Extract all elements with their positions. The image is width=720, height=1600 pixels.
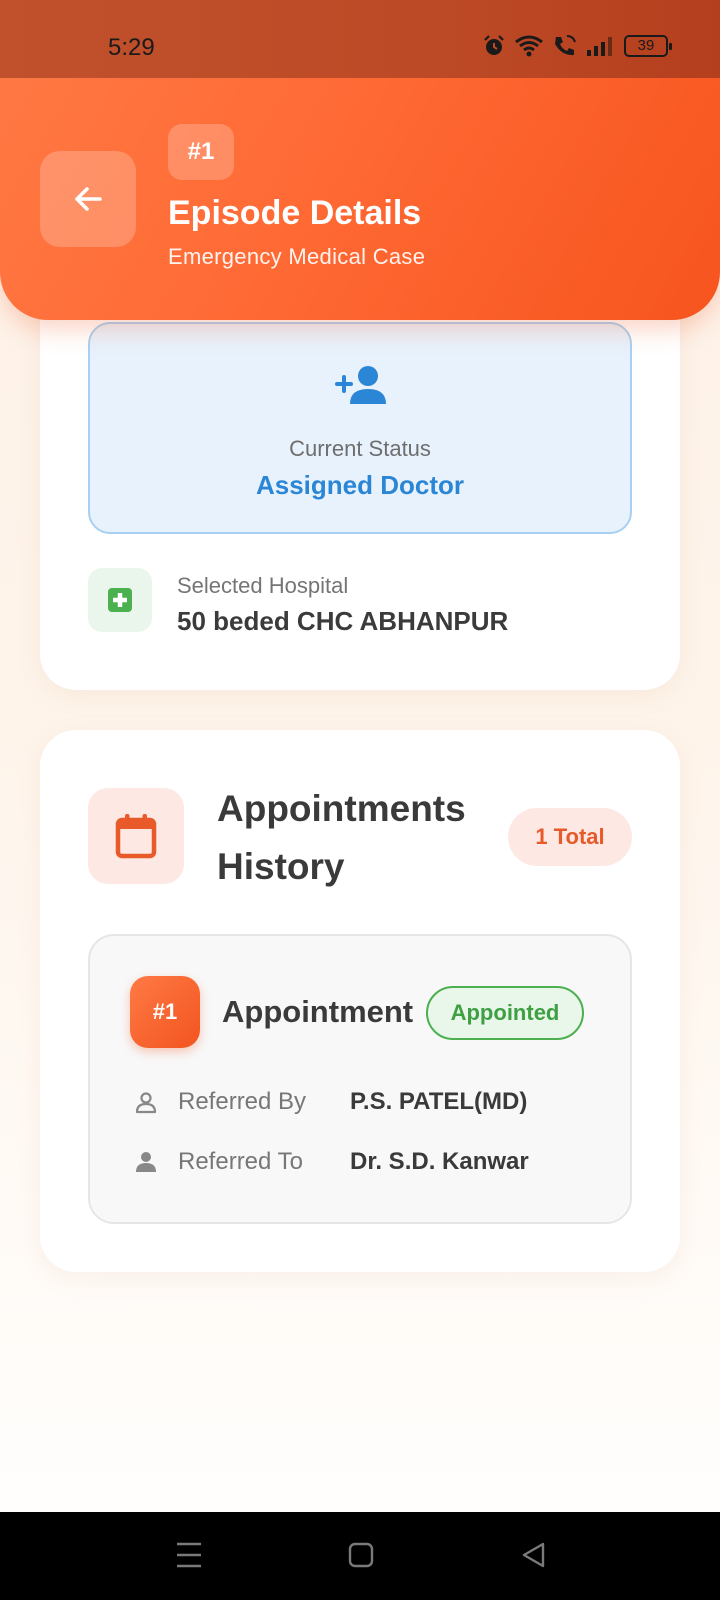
current-status-label: Current Status bbox=[289, 436, 431, 461]
status-bar: 5:29 39 bbox=[0, 0, 720, 78]
referred-to-label: Referred To bbox=[178, 1148, 303, 1175]
medical-cross-icon bbox=[108, 588, 132, 612]
home-square-icon[interactable] bbox=[348, 1540, 374, 1570]
person-icon bbox=[130, 1150, 162, 1174]
person-add-icon bbox=[335, 366, 386, 404]
hospital-icon-box bbox=[88, 568, 152, 632]
page-subtitle: Emergency Medical Case bbox=[168, 244, 426, 269]
page-title: Episode Details bbox=[168, 194, 422, 232]
calendar-icon bbox=[115, 814, 157, 859]
calendar-icon-box bbox=[88, 788, 184, 884]
status-icons: 39 bbox=[482, 34, 672, 58]
referred-to-row: Referred To Dr. S.D. Kanwar bbox=[130, 1142, 529, 1182]
wifi-icon bbox=[515, 35, 543, 57]
current-status-value: Assigned Doctor bbox=[255, 470, 465, 500]
referred-by-row: Referred By P.S. PATEL(MD) bbox=[130, 1082, 527, 1122]
alarm-icon bbox=[484, 35, 504, 55]
signal-icon bbox=[587, 37, 612, 56]
appointment-number: #1 bbox=[130, 976, 200, 1048]
hospital-label: Selected Hospital bbox=[177, 573, 349, 598]
appointments-title: Appointments History bbox=[217, 788, 466, 887]
referred-by-label: Referred By bbox=[178, 1088, 307, 1115]
hospital-name: 50 beded CHC ABHANPUR bbox=[177, 606, 509, 636]
system-nav-bar bbox=[0, 1512, 720, 1600]
referred-to-value: Dr. S.D. Kanwar bbox=[350, 1148, 529, 1175]
back-button[interactable] bbox=[40, 151, 136, 247]
referred-by-value: P.S. PATEL(MD) bbox=[350, 1088, 528, 1115]
battery-icon: 39 bbox=[624, 35, 672, 57]
appointment-item[interactable]: #1 Appointment Appointed Referred By P.S… bbox=[88, 934, 632, 1224]
appointments-total-badge: 1 Total bbox=[508, 808, 632, 866]
person-outline-icon bbox=[130, 1090, 162, 1114]
back-triangle-icon[interactable] bbox=[520, 1540, 546, 1570]
episode-number-badge: #1 bbox=[168, 124, 234, 180]
appointment-label: Appointment bbox=[222, 994, 414, 1029]
status-time: 5:29 bbox=[108, 34, 155, 61]
appointments-history-card: Appointments History 1 Total #1 Appointm… bbox=[40, 730, 680, 1272]
wifi-call-icon bbox=[555, 35, 576, 56]
current-status-box: Current Status Assigned Doctor bbox=[88, 322, 632, 534]
arrow-left-icon bbox=[75, 187, 102, 211]
menu-icon[interactable] bbox=[176, 1540, 202, 1570]
appointment-status-badge: Appointed bbox=[426, 986, 584, 1040]
